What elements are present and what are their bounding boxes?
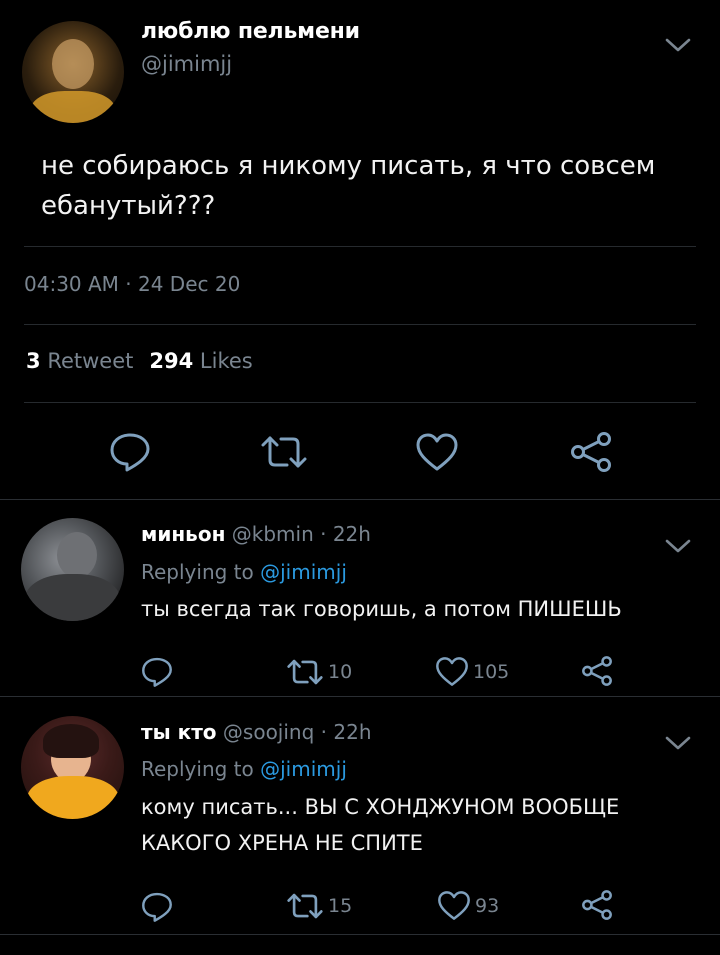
reply-icon [142,657,172,687]
divider [24,246,696,247]
reply-author-name[interactable]: миньон [141,522,225,546]
author-name[interactable]: люблю пельмени [141,19,360,44]
divider [24,324,696,325]
retweet-icon [287,659,323,685]
reply-time: · 22h [320,522,371,546]
retweet-count: 15 [328,895,353,917]
reply-author-handle[interactable]: @soojinq [223,720,314,744]
share-icon [582,656,612,686]
tweet-stats: 3 Retweet 294 Likes [26,349,253,373]
reply-button[interactable] [141,656,173,688]
replying-handle-link[interactable]: @jimimjj [260,560,347,584]
retweet-icon [261,436,307,468]
chevron-down-icon[interactable] [663,536,693,556]
share-button[interactable] [580,889,614,921]
like-button[interactable] [415,432,459,472]
like-count: 93 [475,894,500,917]
retweet-button[interactable]: 15 [286,892,352,920]
reply-avatar[interactable] [21,716,124,819]
reply-text: ты всегда так говоришь, а потом ПИШЕШЬ [141,597,622,621]
reply-button[interactable] [141,891,173,923]
chevron-down-icon[interactable] [663,733,693,753]
retweet-label[interactable]: Retweet [47,349,133,373]
like-count: 105 [473,660,510,683]
replying-handle-link[interactable]: @jimimjj [260,757,347,781]
author-handle[interactable]: @jimimjj [141,52,232,76]
reply-icon [110,433,150,472]
replying-to: Replying to @jimimjj [141,560,347,584]
section-divider [0,934,720,935]
likes-count[interactable]: 294 [149,349,193,373]
retweet-icon [287,893,323,919]
share-button[interactable] [568,431,614,473]
like-button[interactable]: 93 [437,890,499,921]
likes-label[interactable]: Likes [200,349,253,373]
replying-prefix: Replying to [141,560,254,584]
reply-text: кому писать... ВЫ С ХОНДЖУНОМ ВООБЩЕ КАК… [141,795,620,855]
reply-author-name[interactable]: ты кто [141,720,217,744]
reply-avatar[interactable] [21,518,124,621]
reply-header: миньон @kbmin · 22h [141,522,371,546]
main-avatar[interactable] [22,21,124,123]
section-divider [0,499,720,500]
share-button[interactable] [580,655,614,687]
divider [24,402,696,403]
reply-header: ты кто @soojinq · 22h [141,720,372,744]
heart-icon [416,433,458,471]
tweet-timestamp[interactable]: 04:30 AM · 24 Dec 20 [24,272,240,296]
retweet-button[interactable] [260,434,308,470]
reply-button[interactable] [109,432,151,472]
retweet-button[interactable]: 10 [286,658,352,686]
section-divider [0,696,720,697]
replying-to: Replying to @jimimjj [141,757,347,781]
share-icon [582,890,612,920]
chevron-down-icon[interactable] [663,35,693,55]
reply-time: · 22h [320,720,372,744]
reply-author-handle[interactable]: @kbmin [232,522,314,546]
like-button[interactable]: 105 [435,656,509,687]
retweet-count[interactable]: 3 [26,349,41,373]
retweet-count: 10 [328,661,353,683]
heart-icon [438,891,470,920]
tweet-text: не собираюсь я никому писать, я что совс… [41,151,656,221]
reply-icon [142,892,172,922]
share-icon [571,432,611,472]
replying-prefix: Replying to [141,757,254,781]
heart-icon [436,657,468,686]
